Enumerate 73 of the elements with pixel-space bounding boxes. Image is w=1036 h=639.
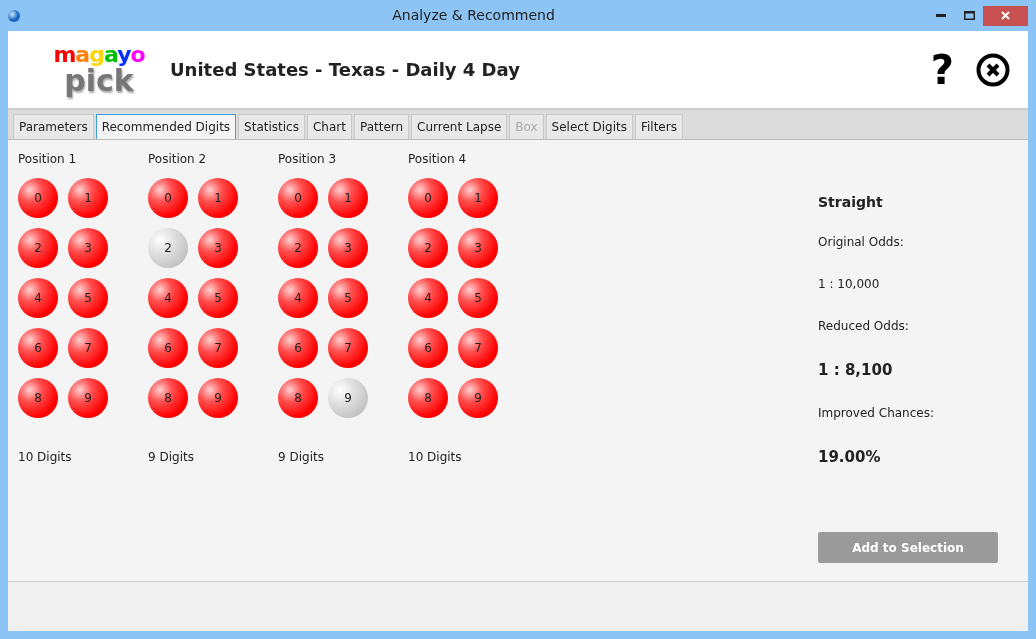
tab[interactable]: Select Digits bbox=[545, 114, 633, 139]
digit-ball[interactable]: 9 bbox=[328, 378, 368, 418]
help-button[interactable]: ? bbox=[930, 49, 954, 90]
stat-value: 1 : 10,000 bbox=[818, 276, 881, 293]
digit-ball[interactable]: 0 bbox=[408, 178, 448, 218]
digit-count: 10 Digits bbox=[408, 449, 463, 466]
digit-ball[interactable]: 6 bbox=[148, 328, 188, 368]
digit-ball[interactable]: 9 bbox=[458, 378, 498, 418]
digit-ball[interactable]: 2 bbox=[278, 228, 318, 268]
tab[interactable]: Current Lapse bbox=[411, 114, 508, 139]
lottery-title: United States - Texas - Daily 4 Day bbox=[170, 58, 521, 82]
digit-ball[interactable]: 8 bbox=[278, 378, 318, 418]
digit-ball[interactable]: 6 bbox=[278, 328, 318, 368]
tab[interactable]: Statistics bbox=[238, 114, 305, 139]
digit-ball[interactable]: 4 bbox=[18, 278, 58, 318]
digit-ball[interactable]: 5 bbox=[198, 278, 238, 318]
digit-ball[interactable]: 6 bbox=[408, 328, 448, 368]
digit-ball[interactable]: 1 bbox=[328, 178, 368, 218]
tab[interactable]: Chart bbox=[306, 114, 352, 139]
digit-count: 10 Digits bbox=[18, 449, 73, 466]
digit-ball[interactable]: 0 bbox=[278, 178, 318, 218]
digit-ball[interactable]: 2 bbox=[148, 228, 188, 268]
digit-ball[interactable]: 1 bbox=[68, 178, 108, 218]
digit-ball[interactable]: 7 bbox=[458, 328, 498, 368]
digit-ball[interactable]: 7 bbox=[328, 328, 368, 368]
digit-ball[interactable]: 2 bbox=[408, 228, 448, 268]
digit-ball[interactable]: 7 bbox=[198, 328, 238, 368]
digit-ball[interactable]: 7 bbox=[68, 328, 108, 368]
tab[interactable]: Filters bbox=[634, 114, 683, 139]
position-label: Position 3 bbox=[278, 151, 338, 168]
close-circle-icon[interactable] bbox=[976, 52, 1010, 87]
digit-ball[interactable]: 9 bbox=[68, 378, 108, 418]
digit-ball[interactable]: 4 bbox=[148, 278, 188, 318]
digit-ball[interactable]: 6 bbox=[18, 328, 58, 368]
minimize-icon bbox=[936, 14, 946, 17]
digit-ball[interactable]: 2 bbox=[18, 228, 58, 268]
digit-ball[interactable]: 3 bbox=[328, 228, 368, 268]
digit-ball[interactable]: 9 bbox=[198, 378, 238, 418]
digit-ball[interactable]: 8 bbox=[18, 378, 58, 418]
app-orb-icon bbox=[8, 9, 20, 22]
digit-ball[interactable]: 3 bbox=[198, 228, 238, 268]
position-label: Position 2 bbox=[148, 151, 208, 168]
tab[interactable]: Parameters bbox=[13, 114, 94, 139]
digit-ball[interactable]: 0 bbox=[18, 178, 58, 218]
stat-label: Improved Chances: bbox=[818, 404, 935, 422]
maximize-icon bbox=[963, 11, 975, 20]
stat-value: 1 : 8,100 bbox=[818, 360, 894, 381]
digit-ball[interactable]: 8 bbox=[408, 378, 448, 418]
section-heading: Straight bbox=[818, 193, 884, 212]
digit-ball[interactable]: 4 bbox=[408, 278, 448, 318]
close-button[interactable] bbox=[983, 5, 1028, 26]
digit-ball[interactable]: 3 bbox=[68, 228, 108, 268]
position-label: Position 1 bbox=[18, 151, 78, 168]
position-label: Position 4 bbox=[408, 151, 468, 168]
digit-ball[interactable]: 1 bbox=[458, 178, 498, 218]
digit-ball[interactable]: 0 bbox=[148, 178, 188, 218]
stat-label: Reduced Odds: bbox=[818, 318, 910, 335]
tab[interactable]: Pattern bbox=[353, 114, 410, 139]
window-title: Analyze & Recommend bbox=[392, 7, 555, 23]
digit-ball[interactable]: 5 bbox=[68, 278, 108, 318]
digit-ball[interactable]: 3 bbox=[458, 228, 498, 268]
digit-ball[interactable]: 4 bbox=[278, 278, 318, 318]
digit-count: 9 Digits bbox=[278, 449, 325, 466]
close-icon bbox=[1001, 11, 1010, 20]
digit-count: 9 Digits bbox=[148, 449, 195, 466]
digit-ball[interactable]: 5 bbox=[458, 278, 498, 318]
digit-ball[interactable]: 5 bbox=[328, 278, 368, 318]
digit-ball[interactable]: 8 bbox=[148, 378, 188, 418]
stat-label: Original Odds: bbox=[818, 234, 905, 251]
app-logo: magayo pick bbox=[52, 43, 146, 96]
digit-ball[interactable]: 1 bbox=[198, 178, 238, 218]
stat-value: 19.00% bbox=[818, 446, 882, 468]
tab[interactable]: Recommended Digits bbox=[95, 114, 237, 139]
